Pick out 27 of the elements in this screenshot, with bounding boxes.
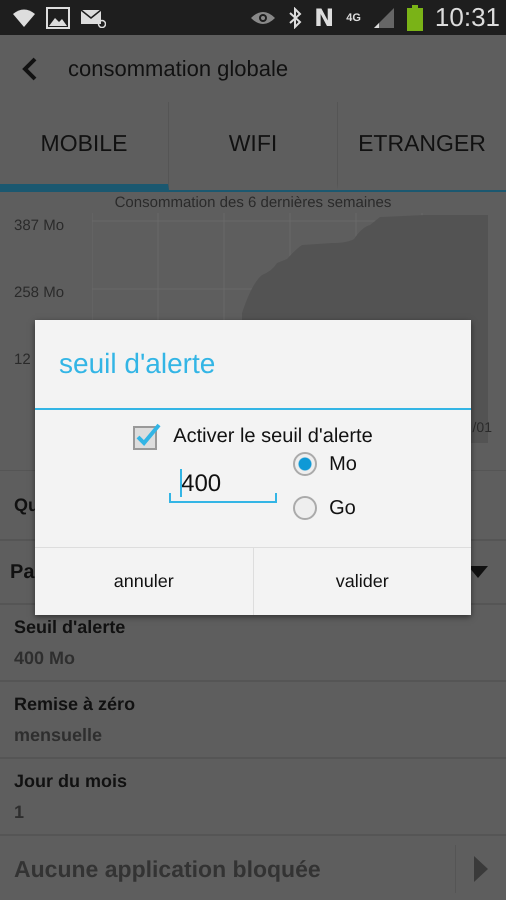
setting-label: Seuil d'alerte xyxy=(14,616,126,638)
dialog-title: seuil d'alerte xyxy=(35,320,471,410)
setting-label: Jour du mois xyxy=(14,770,128,792)
eye-icon xyxy=(250,10,276,26)
setting-label: Remise à zéro xyxy=(14,694,136,714)
radio-label: Go xyxy=(329,496,356,520)
back-icon xyxy=(22,56,38,80)
dialog-button[interactable]: valider xyxy=(254,548,471,615)
mail-icon xyxy=(80,8,106,28)
radio-button[interactable] xyxy=(293,496,318,520)
arrow-right-icon[interactable] xyxy=(474,856,488,882)
radio-label: Mo xyxy=(329,452,357,476)
dialog-button[interactable]: annuler xyxy=(35,548,254,615)
clock: 10:31 xyxy=(434,2,500,33)
checkbox-label: Activer le seuil d'alerte xyxy=(173,424,373,448)
radio-button[interactable] xyxy=(293,452,318,476)
wifi-icon xyxy=(12,8,36,28)
tab[interactable]: MOBILE xyxy=(0,102,169,190)
bluetooth-icon xyxy=(288,6,302,28)
section-header: Pa xyxy=(10,560,34,584)
image-icon xyxy=(46,6,70,28)
expand-icon[interactable] xyxy=(468,566,488,578)
screen-title: consommation globale xyxy=(68,56,288,82)
battery-icon xyxy=(406,4,423,30)
network-letter: N xyxy=(314,6,334,30)
network-type: 4G xyxy=(346,12,361,24)
signal-icon xyxy=(372,6,395,28)
